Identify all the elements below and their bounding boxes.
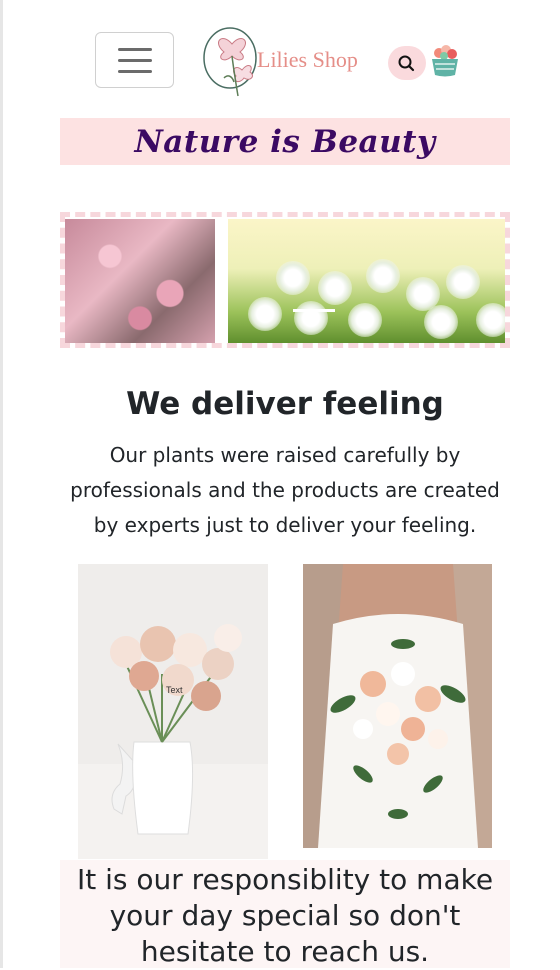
vase-illustration [78, 564, 268, 859]
bridal-bouquet-image [303, 564, 492, 848]
basket-icon[interactable] [430, 44, 460, 78]
dandelion-puff [476, 303, 505, 337]
brand-name[interactable]: Lilies Shop [257, 47, 358, 73]
slogan-text: Nature is Beauty [134, 123, 436, 160]
dandelion-puff [248, 297, 282, 331]
closing-message: It is our responsiblity to make your day… [60, 860, 510, 968]
hamburger-icon [118, 48, 152, 51]
image-carousel[interactable] [60, 212, 510, 348]
search-icon [398, 55, 415, 72]
slogan-banner: Nature is Beauty [60, 118, 510, 165]
search-button[interactable] [388, 46, 426, 80]
hamburger-icon-bar [118, 70, 152, 73]
dandelion-puff [366, 259, 400, 293]
intro-text: Our plants were raised carefully by prof… [70, 443, 500, 537]
image-caption: Text [166, 685, 183, 695]
hamburger-icon-bar [118, 59, 152, 62]
browser-frame-edge [0, 0, 3, 968]
navbar: Lilies Shop [0, 0, 560, 115]
dandelion-puff [276, 261, 310, 295]
menu-toggle-button[interactable] [95, 32, 174, 88]
dandelion-puff [424, 305, 458, 339]
vase-flowers-image: Text [78, 564, 268, 859]
bouquet-illustration [303, 564, 492, 848]
dandelion-puff [318, 271, 352, 305]
carousel-indicator[interactable] [293, 309, 335, 312]
section-heading: We deliver feeling [126, 386, 444, 422]
dandelion-field-image [228, 219, 505, 343]
dandelion-puff [446, 265, 480, 299]
dandelion-puff [294, 301, 328, 335]
dandelion-puff [348, 303, 382, 337]
cherry-blossom-image [65, 219, 215, 343]
